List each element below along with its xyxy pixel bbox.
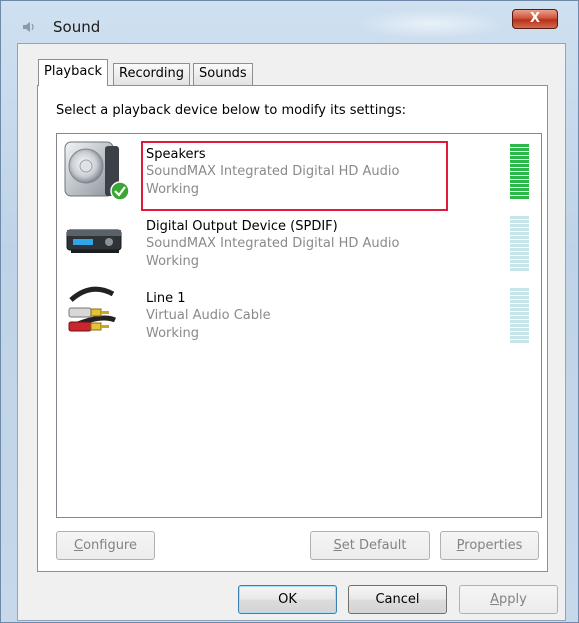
device-name: Line 1: [146, 291, 186, 306]
meter-bar: [510, 336, 529, 339]
title-background-blur: [356, 9, 506, 39]
meter-bar: [510, 156, 529, 159]
meter-bar: [510, 220, 529, 223]
meter-bar: [510, 172, 529, 175]
meter-bar: [510, 332, 529, 335]
meter-bar: [510, 148, 529, 151]
meter-bar: [510, 248, 529, 251]
meter-bar: [510, 176, 529, 179]
title-bar[interactable]: Sound X: [1, 1, 578, 43]
configure-button[interactable]: Configure: [56, 531, 155, 560]
device-status: Working: [146, 326, 200, 341]
meter-bar: [510, 328, 529, 331]
device-status: Working: [146, 182, 200, 197]
properties-label: roperties: [464, 538, 523, 553]
tab-playback[interactable]: Playback: [38, 59, 109, 86]
sound-dialog: Sound X Playback Recording Sounds Select…: [0, 0, 579, 623]
device-status: Working: [146, 254, 200, 269]
meter-bar: [510, 228, 529, 231]
meter-bar: [510, 180, 529, 183]
meter-bar: [510, 260, 529, 263]
meter-bar: [510, 224, 529, 227]
meter-bar: [510, 256, 529, 259]
device-name: Speakers: [146, 147, 206, 162]
device-item-line-1[interactable]: Line 1 Virtual Audio Cable Working: [57, 278, 541, 348]
speaker-icon: [23, 22, 34, 32]
tab-sounds[interactable]: Sounds: [193, 63, 253, 85]
device-item-speakers[interactable]: Speakers SoundMAX Integrated Digital HD …: [57, 134, 541, 211]
meter-bar: [510, 188, 529, 191]
meter-bar: [510, 152, 529, 155]
meter-bar: [510, 308, 529, 311]
meter-bar: [510, 216, 529, 219]
meter-bar: [510, 184, 529, 187]
meter-bar: [510, 288, 529, 291]
device-list[interactable]: Speakers SoundMAX Integrated Digital HD …: [56, 133, 542, 518]
apply-label: pply: [499, 592, 527, 607]
device-driver: Virtual Audio Cable: [146, 308, 271, 323]
properties-button[interactable]: Properties: [440, 531, 539, 560]
apply-accel: A: [490, 592, 500, 607]
playback-tab-panel: Select a playback device below to modify…: [37, 85, 548, 572]
set-default-label: et Default: [341, 538, 407, 553]
meter-bar: [510, 168, 529, 171]
set-default-button[interactable]: Set Default: [310, 531, 430, 560]
instruction-text: Select a playback device below to modify…: [56, 103, 406, 118]
meter-bar: [510, 268, 529, 271]
audio-cable-icon: [68, 286, 116, 332]
meter-bar: [510, 312, 529, 315]
meter-bar: [510, 192, 529, 195]
volume-meter: [510, 144, 529, 199]
configure-accel: C: [73, 538, 84, 553]
window-title: Sound: [53, 18, 101, 36]
device-driver: SoundMAX Integrated Digital HD Audio: [146, 164, 400, 179]
meter-bar: [510, 340, 529, 343]
dialog-body: Playback Recording Sounds Select a playb…: [17, 43, 566, 621]
meter-bar: [510, 236, 529, 239]
close-button[interactable]: X: [512, 9, 558, 29]
meter-bar: [510, 264, 529, 267]
default-device-check-icon: [110, 181, 130, 201]
meter-bar: [510, 296, 529, 299]
set-default-accel: S: [333, 538, 342, 553]
meter-bar: [510, 164, 529, 167]
device-name: Digital Output Device (SPDIF): [146, 219, 338, 234]
meter-bar: [510, 316, 529, 319]
meter-bar: [510, 304, 529, 307]
meter-bar: [510, 196, 529, 199]
meter-bar: [510, 292, 529, 295]
device-item-digital-output[interactable]: Digital Output Device (SPDIF) SoundMAX I…: [57, 206, 541, 276]
ok-button[interactable]: OK: [238, 585, 337, 614]
meter-bar: [510, 324, 529, 327]
cancel-button[interactable]: Cancel: [348, 585, 447, 614]
device-driver: SoundMAX Integrated Digital HD Audio: [146, 236, 400, 251]
tab-recording[interactable]: Recording: [113, 63, 191, 85]
meter-bar: [510, 320, 529, 323]
meter-bar: [510, 300, 529, 303]
meter-bar: [510, 160, 529, 163]
meter-bar: [510, 232, 529, 235]
digital-output-icon: [66, 229, 122, 253]
volume-meter: [510, 288, 529, 343]
apply-button[interactable]: Apply: [459, 585, 558, 614]
configure-label: onfigure: [83, 538, 137, 553]
meter-bar: [510, 252, 529, 255]
meter-bar: [510, 244, 529, 247]
volume-meter: [510, 216, 529, 271]
meter-bar: [510, 144, 529, 147]
meter-bar: [510, 240, 529, 243]
